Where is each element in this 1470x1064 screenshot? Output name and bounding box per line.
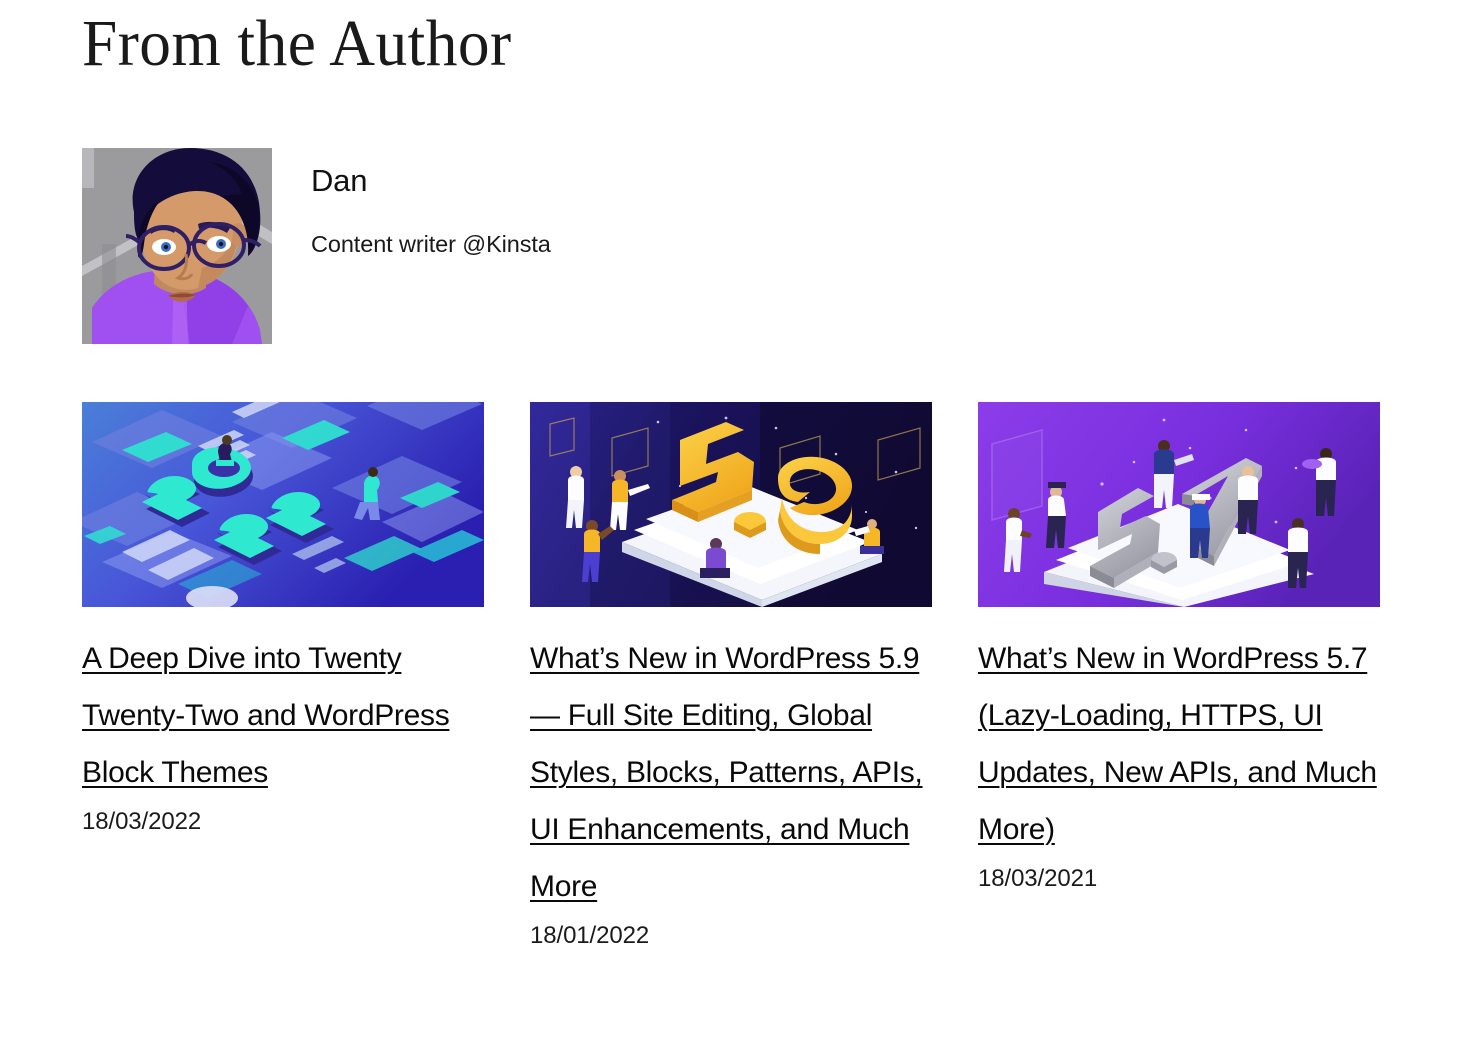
post-card: A Deep Dive into Twenty Twenty-Two and W… [82,402,484,839]
post-date: 18/03/2022 [82,808,202,835]
post-title-link[interactable]: A Deep Dive into Twenty Twenty-Two and W… [82,630,484,801]
post-title-link[interactable]: What’s New in WordPress 5.9 — Full Site … [530,630,932,915]
page-title: From the Author [82,7,512,80]
post-title-link[interactable]: What’s New in WordPress 5.7 (Lazy-Loadin… [978,630,1380,858]
avatar [82,148,272,344]
post-card: What’s New in WordPress 5.9 — Full Site … [530,402,932,953]
author-name: Dan [311,163,368,198]
post-thumbnail-5-9[interactable] [530,402,932,607]
author-role: Content writer @Kinsta [311,230,551,257]
post-card: What’s New in WordPress 5.7 (Lazy-Loadin… [978,402,1380,896]
author-block: Dan Content writer @Kinsta [82,148,551,344]
post-date: 18/03/2021 [978,865,1098,892]
author-info: Dan Content writer @Kinsta [311,148,551,258]
from-the-author-section: From the Author Dan Content writer @Kins… [0,0,1470,1064]
post-thumbnail-2022[interactable] [82,402,484,607]
post-date: 18/01/2022 [530,922,650,949]
post-thumbnail-5-7[interactable] [978,402,1380,607]
related-posts-grid: A Deep Dive into Twenty Twenty-Two and W… [82,402,1386,953]
